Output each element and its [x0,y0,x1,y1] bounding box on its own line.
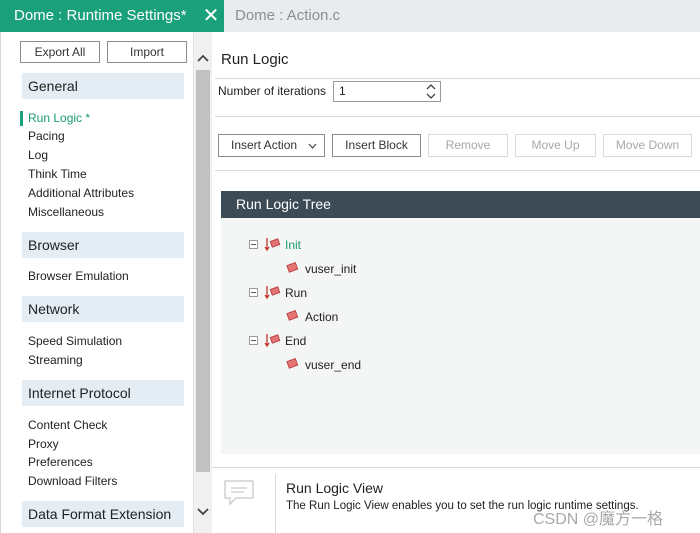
tree-node-run[interactable]: Run [285,286,307,301]
block-icon [264,286,281,300]
action-icon [286,358,299,369]
section-data-format-extension[interactable]: Data Format Extension [22,501,184,527]
watermark: CSDN @魔方一格 [533,511,664,528]
divider [215,78,700,79]
iterations-label: Number of iterations [218,84,327,98]
tree-node-vuser-init[interactable]: vuser_init [305,262,356,277]
sidebar-item-miscellaneous[interactable]: Miscellaneous [28,205,104,220]
page-title: Run Logic [221,51,289,68]
collapse-toggle[interactable] [249,240,258,249]
tree-node-vuser-end[interactable]: vuser_end [305,358,361,373]
collapse-toggle[interactable] [249,288,258,297]
sidebar-item-preferences[interactable]: Preferences [28,455,93,470]
sidebar-item-speed-simulation[interactable]: Speed Simulation [28,334,122,349]
action-icon [286,310,299,321]
insert-block-button[interactable]: Insert Block [332,134,421,157]
insert-action-label: Insert Action [231,138,298,152]
close-icon[interactable]: ✕ [201,0,221,32]
tree-node-init[interactable]: Init [285,238,301,253]
divider [215,116,700,117]
move-up-button[interactable]: Move Up [515,134,596,157]
tab-label: Dome : Action.c [235,7,341,24]
insert-action-button[interactable]: Insert Action [218,134,325,157]
scroll-up-icon[interactable] [193,48,212,68]
divider [215,170,700,171]
tree-node-action[interactable]: Action [305,310,338,325]
sidebar-item-log[interactable]: Log [28,148,48,163]
tree-node-end[interactable]: End [285,334,306,349]
help-title: Run Logic View [286,480,384,496]
sidebar-item-run-logic[interactable]: Run Logic * [28,111,90,126]
export-all-button[interactable]: Export All [20,41,100,63]
help-divider [275,474,276,533]
scroll-down-icon[interactable] [193,502,212,522]
tab-action-c[interactable]: Dome : Action.c [235,0,340,32]
remove-button[interactable]: Remove [428,134,508,157]
comment-icon [224,480,254,506]
section-browser[interactable]: Browser [22,232,184,258]
action-icon [286,262,299,273]
collapse-toggle[interactable] [249,336,258,345]
chevron-down-icon [308,143,317,149]
sidebar-item-think-time[interactable]: Think Time [28,167,87,182]
move-down-button[interactable]: Move Down [603,134,692,157]
sidebar-item-download-filters[interactable]: Download Filters [28,474,117,489]
section-network[interactable]: Network [22,296,184,322]
block-icon [264,334,281,348]
sidebar-item-pacing[interactable]: Pacing [28,129,65,144]
import-button[interactable]: Import [107,41,187,63]
section-internet-protocol[interactable]: Internet Protocol [22,380,184,406]
sidebar-item-proxy[interactable]: Proxy [28,437,59,452]
spinner-icon[interactable] [424,82,438,101]
tree-title: Run Logic Tree [221,191,700,218]
sidebar-item-additional-attributes[interactable]: Additional Attributes [28,186,134,201]
iterations-value: 1 [339,84,346,98]
scroll-thumb[interactable] [196,70,210,472]
section-general[interactable]: General [22,73,184,99]
tab-runtime-settings[interactable]: Dome : Runtime Settings* [0,0,224,32]
tab-label: Dome : Runtime Settings* [14,7,187,24]
run-logic-tree [221,191,700,454]
sidebar-item-content-check[interactable]: Content Check [28,418,107,433]
active-indicator [20,111,23,126]
sidebar-item-streaming[interactable]: Streaming [28,353,83,368]
block-icon [264,238,281,252]
sidebar-item-browser-emulation[interactable]: Browser Emulation [28,269,129,284]
